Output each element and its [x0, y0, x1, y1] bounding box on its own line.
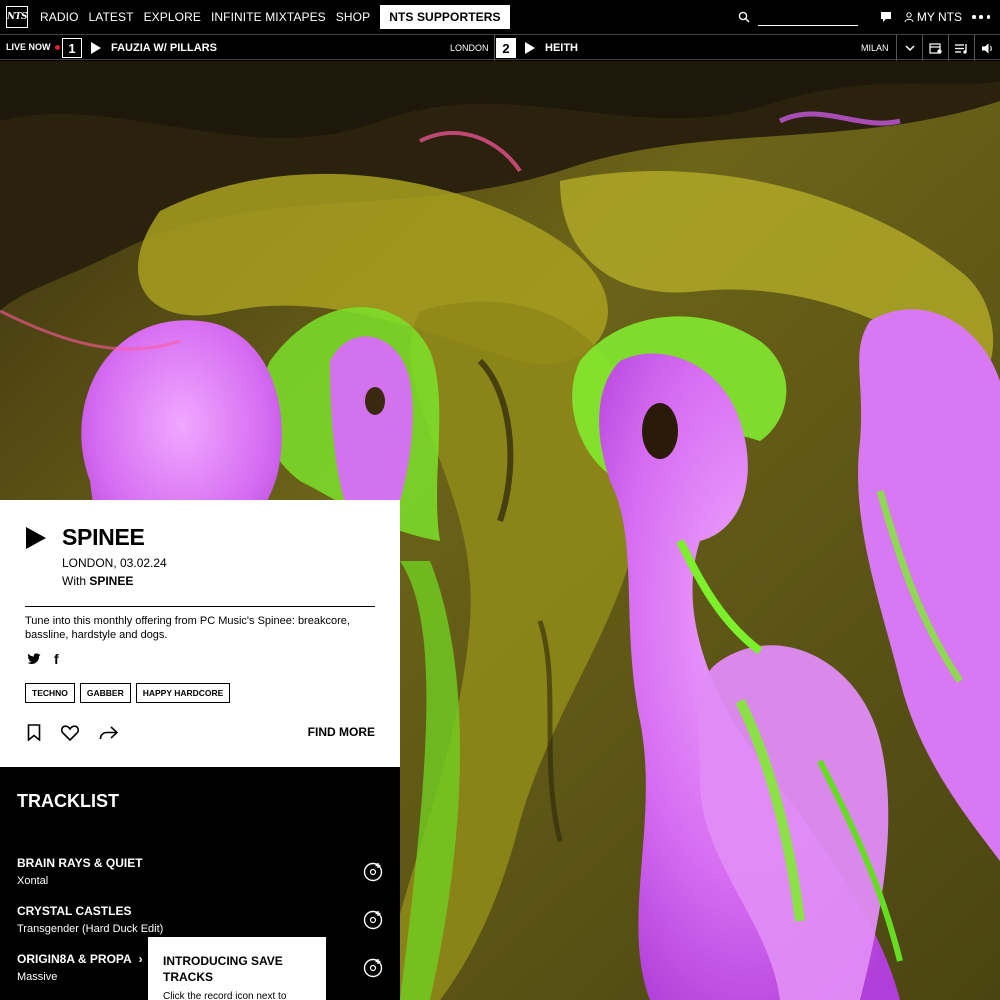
more-icon[interactable]	[972, 15, 990, 19]
playlist-icon	[954, 43, 967, 54]
show-info-panel: SPINEE LONDON, 03.02.24 With SPINEE Tune…	[0, 500, 400, 767]
chevron-right-icon: ›	[138, 952, 143, 966]
track-artist: Xontal	[17, 875, 49, 887]
share-icon[interactable]	[99, 725, 118, 740]
host-link[interactable]: SPINEE	[89, 574, 133, 588]
nav-link-latest[interactable]: LATEST	[89, 10, 134, 24]
channel-number: 2	[496, 38, 516, 58]
chevron-down-icon	[904, 45, 915, 51]
save-track-record-icon[interactable]	[363, 958, 383, 978]
live-dot-icon	[54, 44, 60, 50]
expand-button[interactable]	[896, 35, 922, 61]
show-title: SPINEE	[62, 524, 145, 550]
social-links: f	[27, 651, 59, 667]
nts-logo[interactable]: NTS	[6, 6, 28, 28]
save-track-record-icon[interactable]	[363, 910, 383, 930]
live-channel-2[interactable]: 2 HEITH	[496, 35, 578, 61]
calendar-icon	[929, 43, 942, 54]
nav-link-shop[interactable]: SHOP	[336, 10, 370, 24]
schedule-button[interactable]	[922, 35, 948, 61]
volume-icon	[981, 43, 992, 53]
twitter-icon[interactable]	[27, 653, 41, 665]
live-now-label: LIVE NOW	[6, 42, 60, 52]
tracklist-title: TRACKLIST	[17, 791, 119, 811]
heart-icon[interactable]	[61, 724, 79, 741]
tag-gabber[interactable]: GABBER	[79, 683, 131, 703]
tag-happy-hardcore[interactable]: HAPPY HARDCORE	[135, 683, 231, 703]
nav-link-explore[interactable]: EXPLORE	[144, 10, 201, 24]
top-nav: NTS RADIO LATEST EXPLORE INFINITE MIXTAP…	[0, 0, 1000, 34]
show-description: Tune into this monthly offering from PC …	[25, 615, 350, 641]
bookmark-icon[interactable]	[27, 724, 41, 741]
divider	[25, 606, 375, 607]
nts-supporters-button[interactable]: NTS SUPPORTERS	[380, 5, 510, 29]
play-icon[interactable]	[91, 42, 101, 54]
search-icon[interactable]	[738, 11, 750, 23]
my-nts-button[interactable]: MY NTS	[904, 10, 962, 24]
facebook-icon[interactable]: f	[54, 651, 59, 667]
tag-techno[interactable]: TECHNO	[25, 683, 75, 703]
popup-title: INTRODUCING SAVE TRACKS	[163, 954, 283, 984]
channel-title: HEITH	[545, 42, 578, 54]
popup-body: Click the record icon next to	[163, 991, 287, 1000]
track-artist: Transgender (Hard Duck Edit)	[17, 923, 164, 935]
track-row[interactable]: BRAIN RAYS & QUIET Xontal	[17, 856, 383, 900]
volume-button[interactable]	[974, 35, 1000, 61]
save-track-record-icon[interactable]	[363, 862, 383, 882]
live-channel-1[interactable]: 1 FAUZIA W/ PILLARS	[62, 35, 217, 61]
show-location-date: LONDON, 03.02.24	[62, 556, 167, 570]
genre-tags: TECHNO GABBER HAPPY HARDCORE	[25, 683, 235, 703]
nav-links: RADIO LATEST EXPLORE INFINITE MIXTAPES S…	[40, 5, 520, 29]
queue-button[interactable]	[948, 35, 974, 61]
show-host: With SPINEE	[62, 574, 134, 588]
nav-link-infinite-mixtapes[interactable]: INFINITE MIXTAPES	[211, 10, 326, 24]
chat-icon[interactable]	[880, 11, 892, 23]
show-actions	[27, 724, 138, 741]
channel-number: 1	[62, 38, 82, 58]
live-bar-controls	[896, 35, 1000, 61]
play-icon[interactable]	[525, 42, 535, 54]
track-title: BRAIN RAYS & QUIET	[17, 856, 143, 870]
user-icon	[904, 12, 914, 22]
play-show-button[interactable]	[26, 527, 46, 549]
channel-location: LONDON	[450, 43, 489, 53]
live-bar: LIVE NOW 1 FAUZIA W/ PILLARS LONDON 2 HE…	[0, 34, 1000, 61]
channel-title: FAUZIA W/ PILLARS	[111, 42, 217, 54]
save-tracks-popup[interactable]: INTRODUCING SAVE TRACKS Click the record…	[148, 937, 326, 1000]
track-title: CRYSTAL CASTLES	[17, 904, 132, 918]
nav-right: MY NTS	[738, 0, 1000, 34]
find-more-button[interactable]: FIND MORE	[308, 725, 375, 739]
search-input[interactable]	[757, 8, 858, 26]
my-nts-label: MY NTS	[916, 10, 962, 24]
channel-location: MILAN	[861, 43, 889, 53]
nav-link-radio[interactable]: RADIO	[40, 10, 79, 24]
